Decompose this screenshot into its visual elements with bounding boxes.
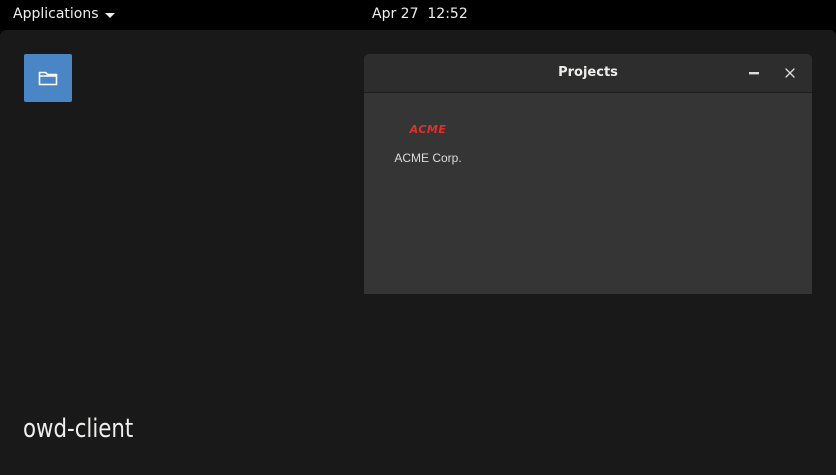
acme-logo: ACME — [409, 123, 447, 136]
applications-menu-label: Applications — [13, 6, 99, 22]
minimize-button[interactable] — [744, 63, 764, 83]
folder-icon — [38, 71, 58, 86]
clock[interactable]: Apr 27 12:52 — [372, 6, 468, 22]
minimize-icon — [749, 72, 759, 75]
clock-date: Apr 27 — [372, 6, 419, 22]
project-label: ACME Corp. — [394, 151, 462, 165]
window-titlebar[interactable]: Projects — [364, 54, 812, 93]
chevron-down-icon — [104, 12, 115, 18]
clock-time: 12:52 — [427, 6, 468, 22]
window-content: ACME ACME Corp. — [364, 93, 812, 294]
applications-menu[interactable]: Applications — [13, 6, 115, 22]
folder-launcher-button[interactable] — [24, 54, 72, 102]
projects-window: Projects ACME ACME Corp. — [364, 54, 812, 294]
desktop-footer-label: owd-client — [23, 414, 134, 444]
close-icon — [785, 68, 795, 78]
close-button[interactable] — [780, 63, 800, 83]
top-bar: Applications Apr 27 12:52 — [0, 0, 836, 30]
project-item-acme[interactable]: ACME ACME Corp. — [388, 117, 468, 165]
desktop: Projects ACME ACME Corp. owd-client — [0, 30, 836, 475]
